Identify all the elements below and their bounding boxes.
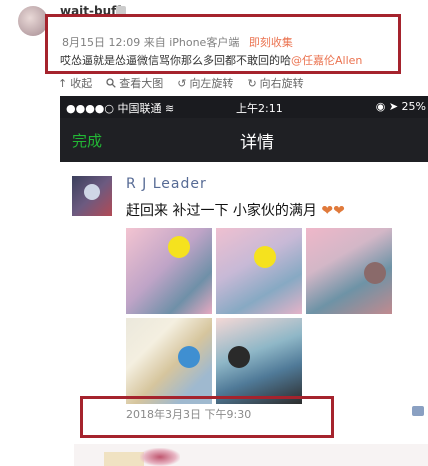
moment-photo[interactable]	[306, 228, 392, 314]
rotate-left-icon: ↺	[177, 76, 187, 90]
highlight-box-timestamp	[80, 396, 334, 438]
lock-icon: ◉	[375, 100, 386, 113]
comment-icon[interactable]	[412, 406, 424, 416]
done-button[interactable]: 完成	[72, 130, 102, 151]
moment-text: 赶回来 补过一下 小家伙的满月 ❤❤	[126, 203, 345, 219]
page-title: 详情	[240, 133, 274, 153]
status-bar: ●●●●○ 中国联通 ≋ 上午2:11 ◉ ➤ 25%	[60, 96, 428, 118]
battery-status: ◉ ➤ 25%	[375, 100, 426, 113]
avatar[interactable]	[18, 6, 48, 36]
moment-avatar[interactable]	[72, 176, 112, 216]
moment-photo[interactable]	[216, 318, 302, 404]
view-large-button[interactable]: 查看大图	[106, 75, 163, 91]
embedded-screenshot[interactable]: ●●●●○ 中国联通 ≋ 上午2:11 ◉ ➤ 25% 完成 详情 R J Le…	[60, 96, 428, 442]
moment-photo[interactable]	[216, 228, 302, 314]
rotate-left-button[interactable]: ↺ 向左旋转	[177, 75, 233, 91]
next-post-image	[140, 448, 180, 466]
moment-photo[interactable]	[126, 228, 212, 314]
moment-author[interactable]: R J Leader	[126, 176, 207, 192]
collapse-icon: ↑	[58, 76, 68, 90]
collapse-button[interactable]: ↑ 收起	[58, 75, 92, 91]
next-post-image	[104, 452, 144, 466]
nav-bar: 完成 详情	[60, 118, 428, 162]
rotate-right-icon: ↻	[247, 76, 257, 90]
status-time: 上午2:11	[236, 102, 283, 115]
image-toolbar: ↑ 收起 查看大图 ↺ 向左旋转 ↻ 向右旋转	[50, 74, 414, 92]
carrier: ●●●●○ 中国联通 ≋	[66, 102, 175, 115]
highlight-box-post	[45, 14, 401, 74]
wifi-icon: ≋	[165, 102, 175, 115]
location-icon: ➤	[388, 100, 399, 113]
rotate-right-button[interactable]: ↻ 向右旋转	[247, 75, 303, 91]
search-icon	[106, 78, 116, 88]
heart-emoji: ❤❤	[321, 203, 345, 219]
moment-photo[interactable]	[126, 318, 212, 404]
